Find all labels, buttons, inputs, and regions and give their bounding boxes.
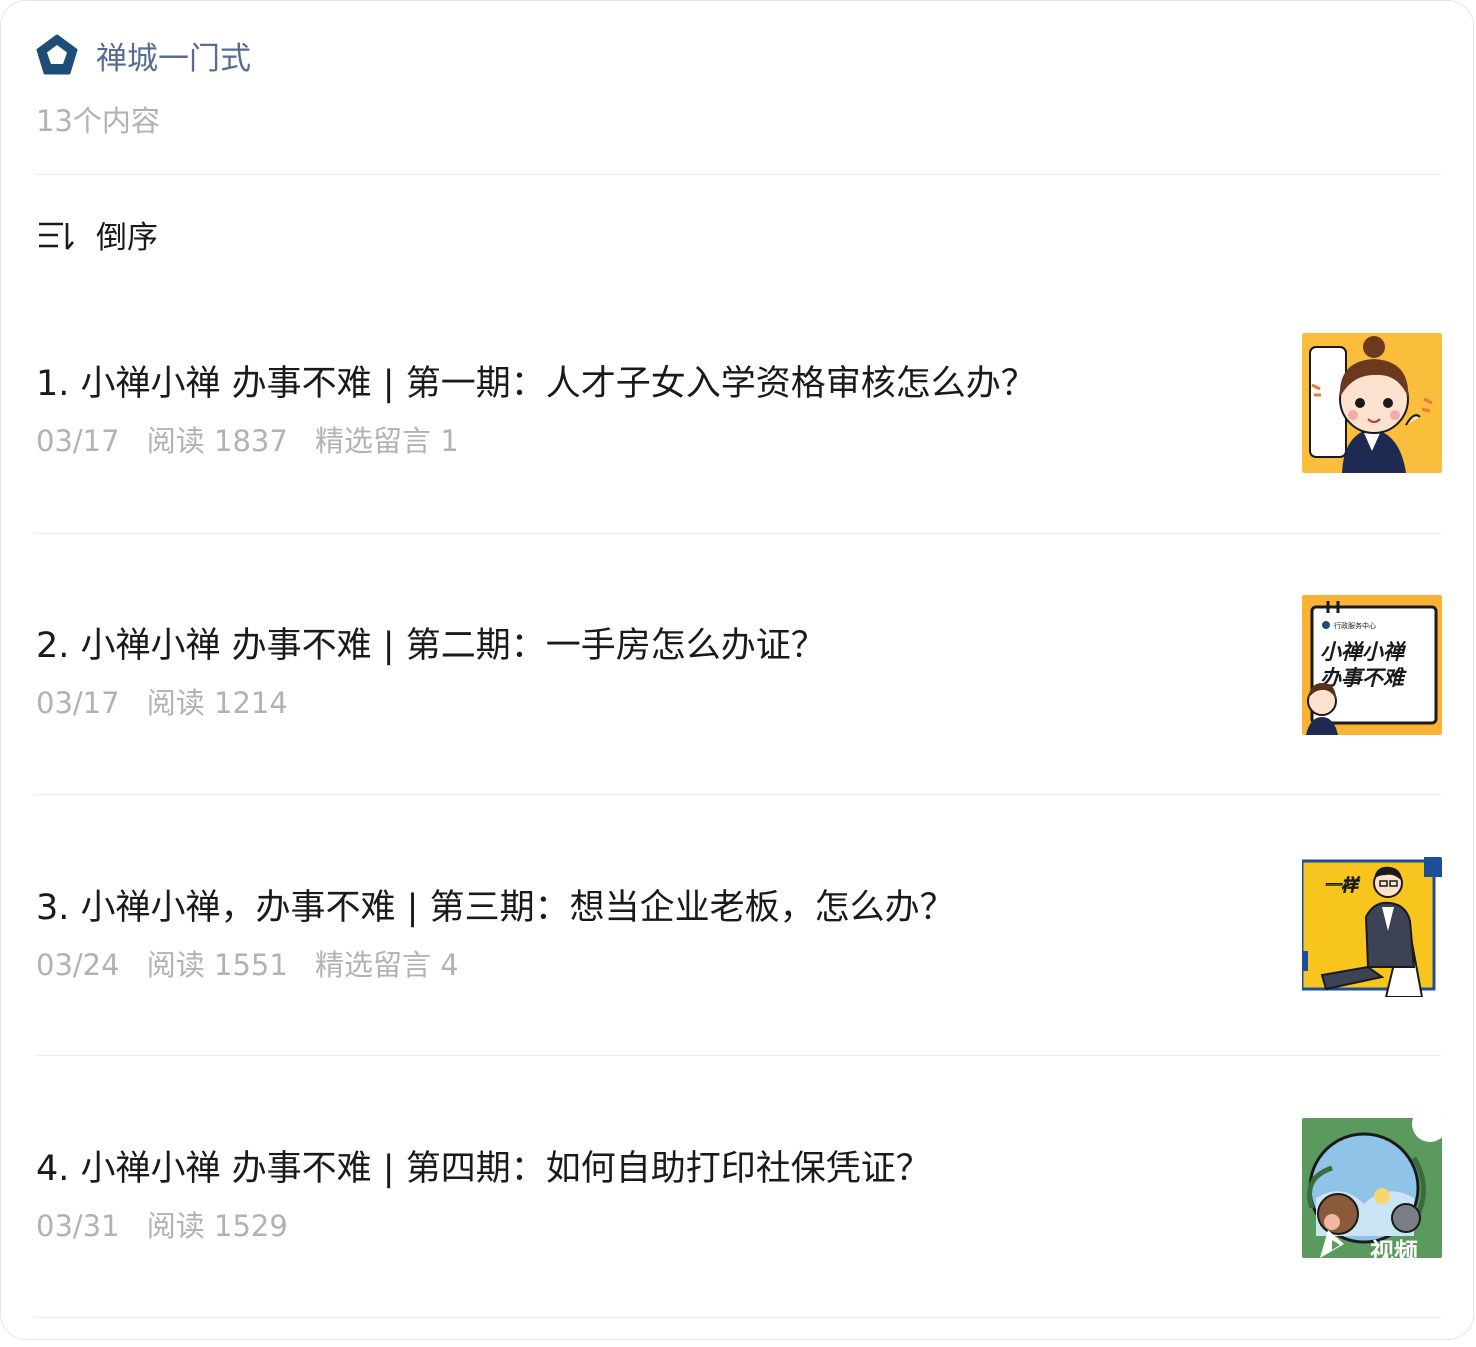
article-divider — [35, 1317, 1441, 1318]
article-meta: 03/17 阅读 1214 — [36, 680, 306, 722]
article-item[interactable]: 3. 小禅小禅，办事不难 | 第三期：想当企业老板，怎么办？ 03/24 阅读 … — [0, 824, 1476, 1086]
article-read-count: 阅读 1529 — [146, 1209, 288, 1243]
thumbnail-title-line1: 小禅小禅 — [1320, 640, 1407, 664]
article-meta: 03/31 阅读 1529 — [36, 1203, 306, 1245]
article-read-count: 阅读 1837 — [146, 424, 288, 458]
article-divider — [35, 1055, 1441, 1056]
article-item[interactable]: 4. 小禅小禅 办事不难 | 第四期：如何自助打印社保凭证？ 03/31 阅读 … — [0, 1085, 1476, 1347]
content-count: 13个内容 — [36, 104, 160, 138]
article-read-count: 阅读 1551 — [146, 948, 288, 982]
sort-toggle-button[interactable]: 倒序 — [38, 212, 158, 257]
account-name[interactable]: 禅城一门式 — [96, 33, 251, 78]
article-item[interactable]: 2. 小禅小禅 办事不难 | 第二期：一手房怎么办证？ 03/17 阅读 121… — [0, 562, 1476, 824]
article-date: 03/31 — [36, 1209, 120, 1243]
article-meta: 03/24 阅读 1551 精选留言 4 — [36, 942, 477, 984]
article-read-count: 阅读 1214 — [146, 686, 288, 720]
article-meta: 03/17 阅读 1837 精选留言 1 — [36, 418, 477, 460]
sort-order-icon — [39, 222, 74, 250]
article-item[interactable]: 1. 小禅小禅 办事不难 | 第一期：人才子女入学资格审核怎么办？ 03/17 … — [0, 300, 1476, 562]
thumbnail-video-badge: 视频 — [1370, 1238, 1418, 1258]
article-divider — [35, 794, 1441, 795]
article-title[interactable]: 3. 小禅小禅，办事不难 | 第三期：想当企业老板，怎么办？ — [36, 879, 955, 930]
pentagon-logo-icon — [36, 34, 78, 76]
article-thumbnail[interactable]: 一样 — [1302, 857, 1442, 997]
article-thumbnail[interactable]: 视频 — [1302, 1118, 1442, 1258]
article-comment-count: 精选留言 4 — [315, 948, 459, 982]
article-divider — [35, 533, 1441, 534]
article-date: 03/24 — [36, 948, 120, 982]
article-title[interactable]: 1. 小禅小禅 办事不难 | 第一期：人才子女入学资格审核怎么办？ — [36, 355, 1036, 406]
article-title[interactable]: 4. 小禅小禅 办事不难 | 第四期：如何自助打印社保凭证？ — [36, 1140, 931, 1191]
album-header: 禅城一门式 13个内容 — [36, 30, 1441, 140]
article-comment-count: 精选留言 1 — [315, 424, 459, 458]
account-row[interactable]: 禅城一门式 — [36, 30, 1441, 80]
thumbnail-title-line2: 办事不难 — [1320, 666, 1407, 690]
article-date: 03/17 — [36, 424, 120, 458]
article-date: 03/17 — [36, 686, 120, 720]
header-divider — [35, 174, 1441, 175]
thumbnail-word: 一样 — [1324, 876, 1361, 896]
article-thumbnail[interactable]: 行政服务中心 小禅小禅 办事不难 — [1302, 595, 1442, 735]
sort-label: 倒序 — [96, 220, 158, 256]
thumbnail-org-text: 行政服务中心 — [1334, 621, 1376, 630]
article-thumbnail[interactable] — [1302, 333, 1442, 473]
article-title[interactable]: 2. 小禅小禅 办事不难 | 第二期：一手房怎么办证？ — [36, 617, 826, 668]
